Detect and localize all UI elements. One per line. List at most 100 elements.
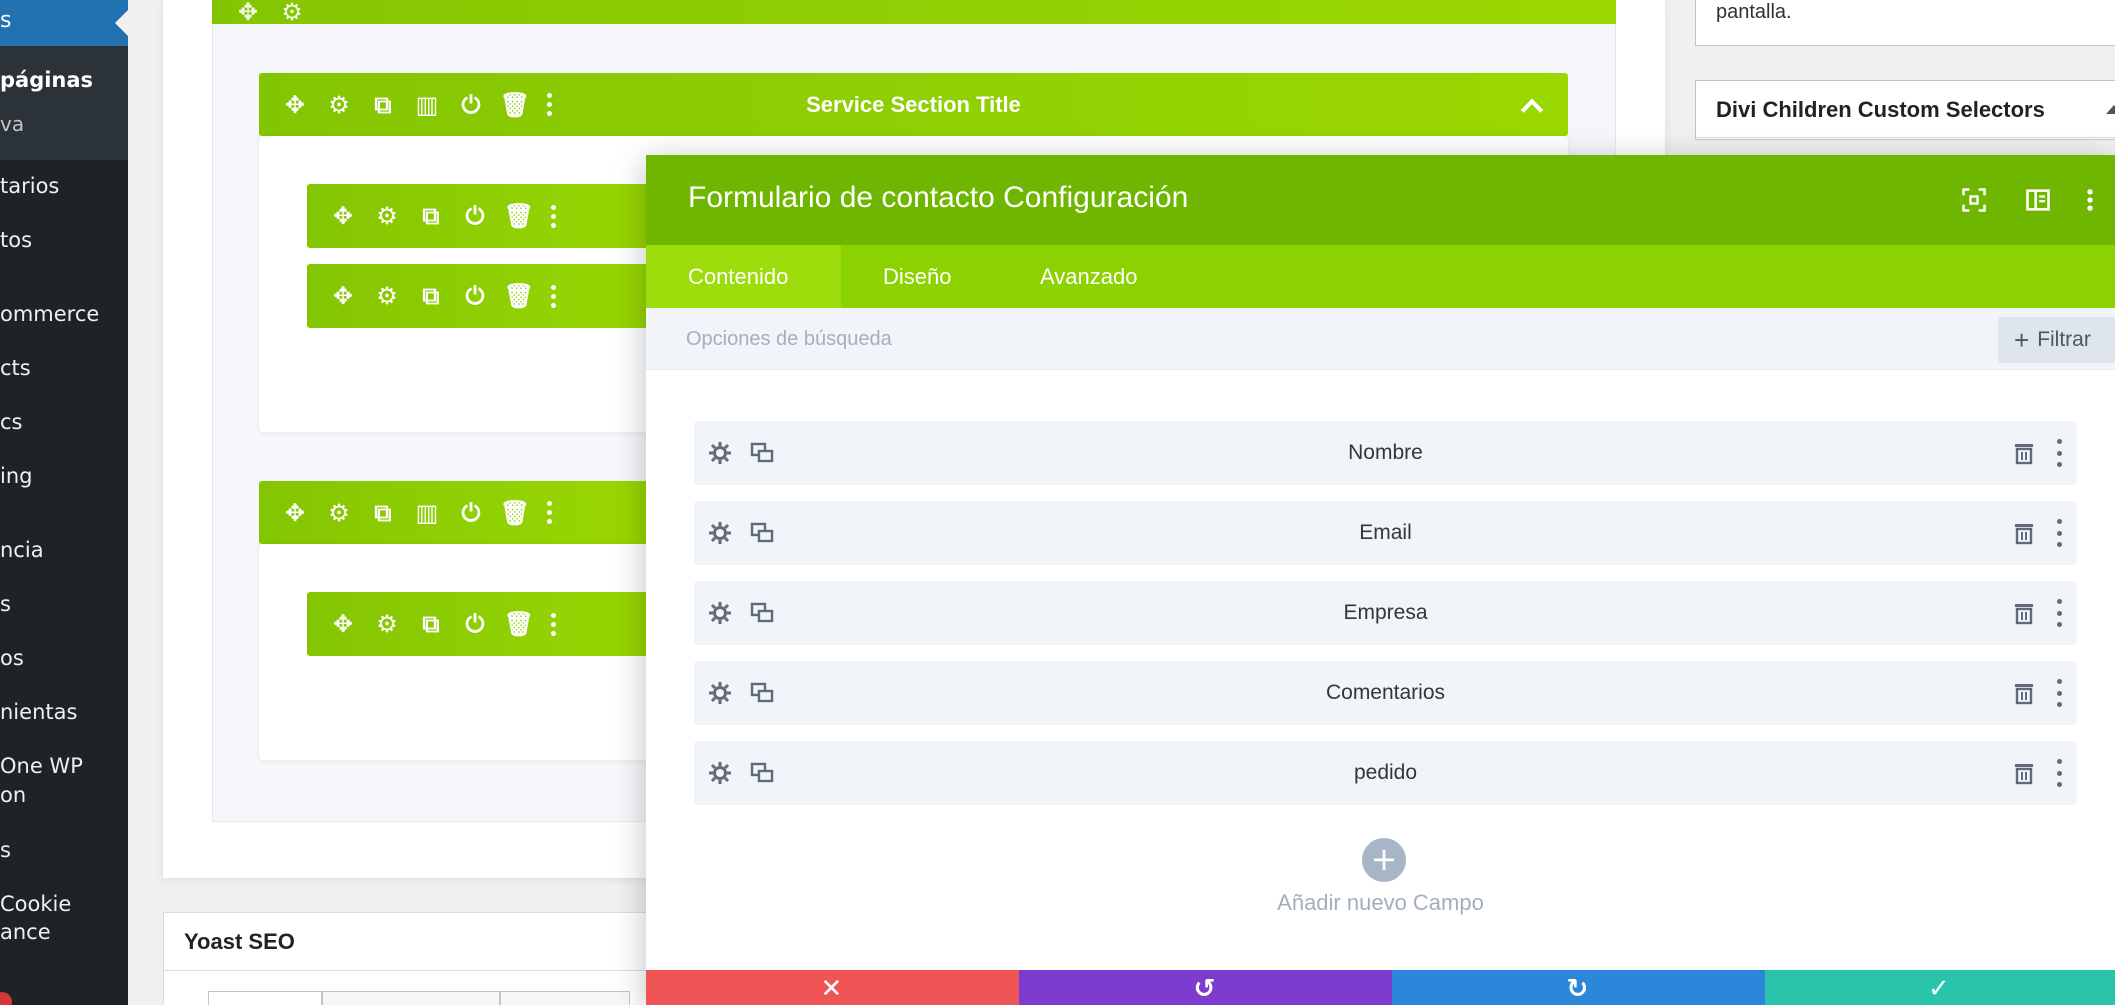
gear-icon[interactable]: ⚙ bbox=[317, 481, 361, 544]
redo-icon: ↻ bbox=[1566, 974, 1589, 1004]
more-options-icon[interactable] bbox=[541, 592, 565, 656]
duplicate-icon[interactable]: ⧉ bbox=[409, 184, 453, 248]
more-options-icon[interactable] bbox=[2055, 759, 2063, 787]
move-icon[interactable]: ✥ bbox=[321, 264, 365, 328]
options-search-bar: + Filtrar bbox=[646, 308, 2115, 370]
sidebar-item-all-in-one-line2[interactable]: on bbox=[0, 783, 26, 807]
more-options-icon[interactable] bbox=[2055, 679, 2063, 707]
sidebar-active-item-label: s bbox=[0, 8, 12, 33]
sidebar-item-appearance[interactable]: ncia bbox=[0, 538, 44, 562]
trash-icon[interactable] bbox=[2012, 601, 2036, 625]
more-options-icon[interactable] bbox=[541, 264, 565, 328]
trash-icon[interactable] bbox=[2012, 521, 2036, 545]
gear-icon[interactable]: ⚙ bbox=[270, 0, 314, 24]
duplicate-icon[interactable]: ⧉ bbox=[409, 264, 453, 328]
yoast-tab[interactable] bbox=[208, 991, 322, 1005]
sidebar-item-plugins[interactable]: s bbox=[0, 592, 11, 616]
sidebar-item-settings[interactable]: s bbox=[0, 838, 11, 862]
sidebar-layout-icon[interactable] bbox=[2024, 186, 2052, 214]
power-icon[interactable]: ⏻ bbox=[453, 184, 497, 248]
power-icon[interactable]: ⏻ bbox=[453, 592, 497, 656]
close-icon: ✕ bbox=[820, 974, 843, 1004]
add-field-button[interactable]: Añadir nuevo Campo bbox=[646, 890, 2115, 916]
metabox-divider bbox=[1696, 137, 2115, 138]
sidebar-item-cookie-line1[interactable]: Cookie bbox=[0, 892, 71, 916]
plus-icon: + bbox=[2014, 324, 2030, 355]
trash-icon[interactable] bbox=[2012, 761, 2036, 785]
wp-admin-sidebar: s páginas va tarios tos ommerce cts cs i… bbox=[0, 0, 128, 1005]
active-arrow-icon bbox=[115, 10, 128, 36]
tab-avanzado[interactable]: Avanzado bbox=[1040, 245, 1137, 308]
trash-icon[interactable]: 🗑 bbox=[497, 184, 541, 248]
field-row[interactable]: Nombre bbox=[694, 421, 2077, 485]
sidebar-item-marketing[interactable]: ing bbox=[0, 464, 32, 488]
fullscreen-icon[interactable] bbox=[1960, 186, 1988, 214]
search-input[interactable] bbox=[686, 321, 1586, 357]
filter-button[interactable]: + Filtrar bbox=[1998, 317, 2115, 363]
collapse-caret-icon[interactable] bbox=[2106, 105, 2115, 114]
trash-icon[interactable]: 🗑 bbox=[497, 592, 541, 656]
sidebar-item-cookie-line2[interactable]: ance bbox=[0, 920, 51, 944]
more-options-icon[interactable] bbox=[2084, 186, 2096, 214]
duplicate-icon[interactable]: ⧉ bbox=[361, 481, 405, 544]
field-label: Nombre bbox=[1348, 441, 1423, 464]
sidebar-item-woocommerce[interactable]: ommerce bbox=[0, 302, 99, 326]
move-icon[interactable]: ✥ bbox=[273, 481, 317, 544]
sidebar-active-item[interactable]: s bbox=[0, 0, 128, 46]
section-header-bar[interactable]: ✥ ⚙ bbox=[212, 0, 1616, 24]
trash-icon[interactable] bbox=[2012, 441, 2036, 465]
tab-diseno[interactable]: Diseño bbox=[883, 245, 951, 308]
side-metabox: pantalla. bbox=[1695, 0, 2115, 46]
sidebar-item-analytics[interactable]: cs bbox=[0, 410, 23, 434]
yoast-tab[interactable] bbox=[322, 991, 500, 1005]
filter-button-label: Filtrar bbox=[2037, 328, 2091, 351]
columns-icon[interactable]: ▥ bbox=[405, 481, 449, 544]
power-icon[interactable]: ⏻ bbox=[449, 481, 493, 544]
yoast-tab[interactable] bbox=[500, 991, 630, 1005]
row-header-bar[interactable]: ✥ ⚙ ⧉ ▥ ⏻ 🗑 Service Section Title bbox=[259, 73, 1568, 136]
row-header-bar[interactable]: ✥ ⚙ ⧉ ▥ ⏻ 🗑 bbox=[259, 481, 679, 544]
trash-icon[interactable]: 🗑 bbox=[497, 264, 541, 328]
gear-icon[interactable]: ⚙ bbox=[365, 592, 409, 656]
gear-icon[interactable]: ⚙ bbox=[365, 264, 409, 328]
field-label: Email bbox=[1359, 521, 1412, 544]
move-icon[interactable]: ✥ bbox=[321, 184, 365, 248]
field-row[interactable]: Comentarios bbox=[694, 661, 2077, 725]
sidebar-item-all-in-one-line1[interactable]: One WP bbox=[0, 754, 83, 778]
sidebar-item-tools[interactable]: nientas bbox=[0, 700, 77, 724]
sidebar-item-projects[interactable]: tos bbox=[0, 228, 32, 252]
notification-dot-icon bbox=[0, 992, 12, 1005]
sidebar-item-products[interactable]: cts bbox=[0, 356, 31, 380]
more-options-icon[interactable] bbox=[537, 481, 561, 544]
duplicate-icon[interactable]: ⧉ bbox=[409, 592, 453, 656]
power-icon[interactable]: ⏻ bbox=[453, 264, 497, 328]
discard-button[interactable]: ✕ bbox=[646, 970, 1019, 1005]
metabox-title: Divi Children Custom Selectors bbox=[1716, 97, 2045, 122]
check-icon: ✓ bbox=[1928, 974, 1950, 1004]
modal-header[interactable]: Formulario de contacto Configuración bbox=[646, 155, 2115, 245]
field-label: Empresa bbox=[1343, 601, 1428, 624]
field-row[interactable]: Empresa bbox=[694, 581, 2077, 645]
sidebar-item-comments[interactable]: tarios bbox=[0, 174, 59, 198]
submenu-item-pages[interactable]: páginas bbox=[0, 68, 93, 92]
row-title: Service Section Title bbox=[806, 91, 1021, 117]
field-row[interactable]: Email bbox=[694, 501, 2077, 565]
more-options-icon[interactable] bbox=[541, 184, 565, 248]
side-metabox-text: pantalla. bbox=[1716, 1, 1792, 23]
save-button[interactable]: ✓ bbox=[1765, 970, 2115, 1005]
undo-button[interactable]: ↺ bbox=[1019, 970, 1392, 1005]
sidebar-item-users[interactable]: os bbox=[0, 646, 24, 670]
redo-button[interactable]: ↻ bbox=[1392, 970, 1765, 1005]
trash-icon[interactable]: 🗑 bbox=[493, 481, 537, 544]
add-field-plus-icon[interactable]: + bbox=[1362, 838, 1406, 882]
submenu-item-new[interactable]: va bbox=[0, 112, 24, 136]
more-options-icon[interactable] bbox=[2055, 599, 2063, 627]
more-options-icon[interactable] bbox=[2055, 519, 2063, 547]
field-row[interactable]: pedido bbox=[694, 741, 2077, 805]
trash-icon[interactable] bbox=[2012, 681, 2036, 705]
tab-contenido[interactable]: Contenido bbox=[646, 245, 841, 308]
move-icon[interactable]: ✥ bbox=[226, 0, 270, 24]
more-options-icon[interactable] bbox=[2055, 439, 2063, 467]
gear-icon[interactable]: ⚙ bbox=[365, 184, 409, 248]
move-icon[interactable]: ✥ bbox=[321, 592, 365, 656]
